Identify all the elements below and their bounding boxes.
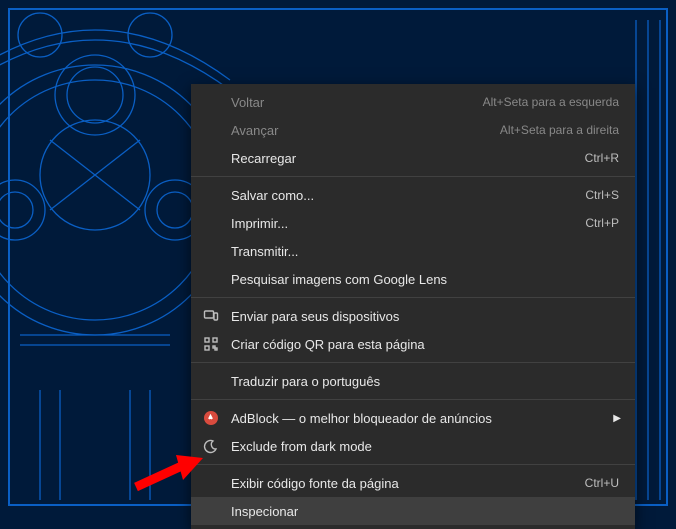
menu-label: Traduzir para o português	[231, 374, 619, 389]
menu-item-cast[interactable]: Transmitir...	[191, 237, 635, 265]
chevron-right-icon: ▶	[613, 413, 621, 424]
menu-item-save-as[interactable]: Salvar como... Ctrl+S	[191, 181, 635, 209]
menu-separator	[191, 399, 635, 400]
menu-label: Transmitir...	[231, 244, 619, 259]
menu-item-exclude-dark[interactable]: Exclude from dark mode	[191, 432, 635, 460]
menu-shortcut: Ctrl+S	[585, 188, 619, 202]
menu-item-translate[interactable]: Traduzir para o português	[191, 367, 635, 395]
menu-label: Avançar	[231, 123, 500, 138]
menu-item-forward[interactable]: Avançar Alt+Seta para a direita	[191, 116, 635, 144]
menu-label: AdBlock — o melhor bloqueador de anúncio…	[231, 411, 619, 426]
menu-shortcut: Ctrl+P	[585, 216, 619, 230]
adblock-icon	[203, 410, 219, 426]
menu-label: Criar código QR para esta página	[231, 337, 619, 352]
menu-item-view-source[interactable]: Exibir código fonte da página Ctrl+U	[191, 469, 635, 497]
moon-icon	[203, 438, 219, 454]
menu-label: Recarregar	[231, 151, 585, 166]
menu-item-search-lens[interactable]: Pesquisar imagens com Google Lens	[191, 265, 635, 293]
menu-shortcut: Alt+Seta para a esquerda	[483, 95, 619, 109]
menu-item-print[interactable]: Imprimir... Ctrl+P	[191, 209, 635, 237]
menu-label: Salvar como...	[231, 188, 585, 203]
menu-label: Voltar	[231, 95, 483, 110]
context-menu: Voltar Alt+Seta para a esquerda Avançar …	[191, 84, 635, 529]
menu-separator	[191, 464, 635, 465]
menu-label: Exibir código fonte da página	[231, 476, 585, 491]
devices-icon	[203, 308, 219, 324]
menu-item-back[interactable]: Voltar Alt+Seta para a esquerda	[191, 88, 635, 116]
menu-label: Pesquisar imagens com Google Lens	[231, 272, 619, 287]
menu-label: Exclude from dark mode	[231, 439, 619, 454]
menu-shortcut: Ctrl+U	[585, 476, 619, 490]
menu-label: Imprimir...	[231, 216, 585, 231]
menu-item-inspect[interactable]: Inspecionar	[191, 497, 635, 525]
menu-label: Inspecionar	[231, 504, 619, 519]
menu-shortcut: Ctrl+R	[585, 151, 619, 165]
menu-item-reload[interactable]: Recarregar Ctrl+R	[191, 144, 635, 172]
menu-item-qr-code[interactable]: Criar código QR para esta página	[191, 330, 635, 358]
menu-item-send-devices[interactable]: Enviar para seus dispositivos	[191, 302, 635, 330]
menu-shortcut: Alt+Seta para a direita	[500, 123, 619, 137]
menu-separator	[191, 176, 635, 177]
menu-item-adblock[interactable]: AdBlock — o melhor bloqueador de anúncio…	[191, 404, 635, 432]
qr-icon	[203, 336, 219, 352]
menu-label: Enviar para seus dispositivos	[231, 309, 619, 324]
menu-separator	[191, 362, 635, 363]
menu-separator	[191, 297, 635, 298]
